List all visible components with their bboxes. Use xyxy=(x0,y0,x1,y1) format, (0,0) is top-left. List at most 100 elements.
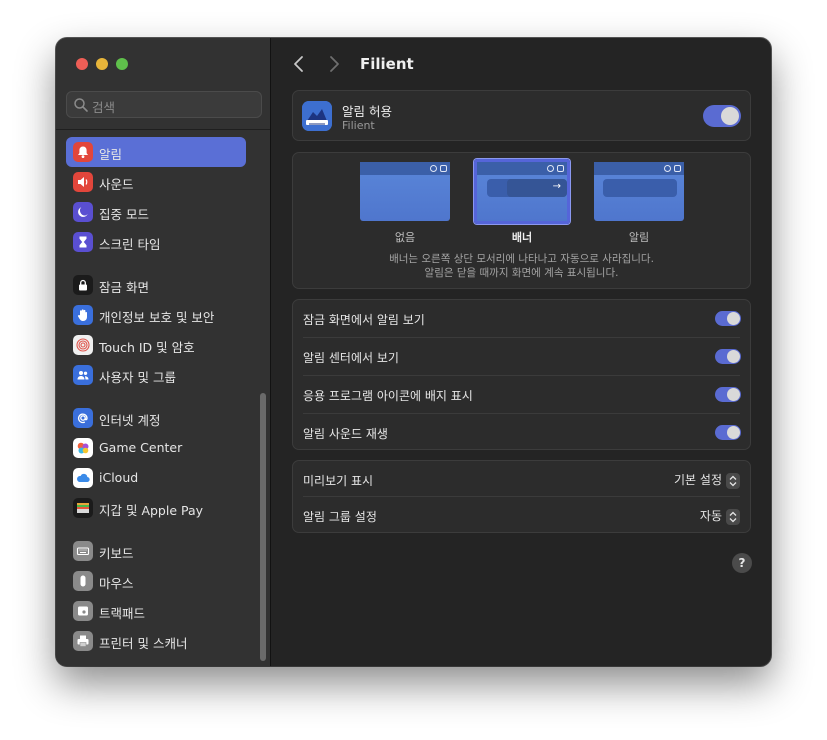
show-previews-label: 미리보기 표시 xyxy=(303,474,374,488)
style-description-line2: 알림은 닫을 때까지 화면에 계속 표시됩니다. xyxy=(424,267,619,279)
sidebar-item-screen-time[interactable]: 스크린 타임 xyxy=(66,227,246,257)
minimize-window-button[interactable] xyxy=(96,58,108,70)
toggle-knob xyxy=(727,426,740,439)
option-label: 알림 사운드 재생 xyxy=(303,427,388,441)
menu-bar xyxy=(360,162,450,175)
trackpad-icon xyxy=(73,601,93,621)
sidebar-item-label: 인터넷 계정 xyxy=(99,413,161,428)
search-field[interactable]: 검색 xyxy=(66,91,262,118)
wallet-icon xyxy=(73,498,93,518)
sidebar-item-label: iCloud xyxy=(99,470,139,485)
chevron-updown-icon xyxy=(726,508,740,525)
app-icon xyxy=(302,101,332,131)
sidebar-item-mouse[interactable]: 마우스 xyxy=(66,566,246,596)
menu-bar xyxy=(594,162,684,175)
play-sound-toggle[interactable] xyxy=(715,425,741,440)
keyboard-icon xyxy=(73,541,93,561)
sidebar-item-label: Game Center xyxy=(99,440,183,455)
sidebar-item-label: Touch ID 및 암호 xyxy=(99,340,195,355)
sidebar-item-label: 프린터 및 스캐너 xyxy=(99,636,188,651)
search-icon xyxy=(664,165,671,172)
alert-sample xyxy=(603,179,677,197)
speaker-icon xyxy=(73,172,93,192)
search-icon xyxy=(74,98,88,112)
sidebar-item-label: 키보드 xyxy=(99,546,134,561)
fingerprint-icon xyxy=(73,335,93,355)
sidebar-item-label: 마우스 xyxy=(99,576,134,591)
search-icon xyxy=(430,165,437,172)
sidebar-item-label: 잠금 화면 xyxy=(99,280,149,295)
sidebar-item-lock-screen[interactable]: 잠금 화면 xyxy=(66,270,246,300)
style-alert-preview[interactable] xyxy=(594,162,684,221)
cloud-icon xyxy=(73,468,93,488)
sidebar-item-notifications[interactable]: 알림 xyxy=(66,137,246,167)
sidebar-item-keyboard[interactable]: 키보드 xyxy=(66,536,246,566)
toggle-knob xyxy=(727,312,740,325)
popup-value: 기본 설정 xyxy=(674,473,722,487)
search-placeholder: 검색 xyxy=(92,100,116,115)
style-alert-label[interactable]: 알림 xyxy=(594,229,684,245)
sidebar-item-printers[interactable]: 프린터 및 스캐너 xyxy=(66,626,246,656)
notification-grouping-label: 알림 그룹 설정 xyxy=(303,510,377,524)
alert-style-card: 없음 → 배너 알림 배너는 오른쪽 상단 모서리에 나타나고 자동으로 사라집… xyxy=(292,152,751,289)
sidebar-item-label: 알림 xyxy=(99,147,123,162)
hourglass-icon xyxy=(73,232,93,252)
option-row: 응용 프로그램 아이콘에 배지 표시 xyxy=(293,376,750,414)
toggle-knob xyxy=(727,350,740,363)
sidebar-item-users[interactable]: 사용자 및 그룹 xyxy=(66,360,246,390)
lock-icon xyxy=(73,275,93,295)
zoom-window-button[interactable] xyxy=(116,58,128,70)
arrow-right-icon: → xyxy=(552,181,561,192)
at-icon xyxy=(73,408,93,428)
sidebar-item-icloud[interactable]: iCloud xyxy=(66,463,246,493)
sidebar-item-game-center[interactable]: Game Center xyxy=(66,433,246,463)
allow-notifications-card: 알림 허용 Filient xyxy=(292,90,751,141)
bell-icon xyxy=(73,142,93,162)
sidebar-item-internet-accounts[interactable]: 인터넷 계정 xyxy=(66,403,246,433)
sidebar-item-wallet[interactable]: 지갑 및 Apple Pay xyxy=(66,493,246,523)
option-row: 잠금 화면에서 알림 보기 xyxy=(293,300,750,338)
sidebar-item-touch-id[interactable]: Touch ID 및 암호 xyxy=(66,330,246,360)
style-none-preview[interactable] xyxy=(360,162,450,221)
sidebar-item-label: 스크린 타임 xyxy=(99,237,161,252)
style-banner-preview[interactable]: → xyxy=(474,159,570,224)
moon-icon xyxy=(73,202,93,222)
show-on-lock-screen-toggle[interactable] xyxy=(715,311,741,326)
style-banner-label[interactable]: 배너 xyxy=(477,229,567,245)
control-center-icon xyxy=(674,165,681,172)
preview-grouping-card: 미리보기 표시 기본 설정 알림 그룹 설정 자동 xyxy=(292,460,751,533)
sidebar-item-label: 집중 모드 xyxy=(99,207,149,222)
hand-icon xyxy=(73,305,93,325)
option-row: 알림 센터에서 보기 xyxy=(293,338,750,376)
app-name: Filient xyxy=(342,119,375,132)
main-pane: Filient 알림 허용 Filient 없음 → 배너 알림 배너는 오른쪽… xyxy=(272,38,771,666)
popup-row: 알림 그룹 설정 자동 xyxy=(293,497,750,533)
popup-row: 미리보기 표시 기본 설정 xyxy=(293,461,750,497)
page-title: Filient xyxy=(360,55,414,73)
notification-grouping-popup[interactable]: 자동 xyxy=(700,507,740,525)
game-center-icon xyxy=(73,438,93,458)
options-card: 잠금 화면에서 알림 보기 알림 센터에서 보기 응용 프로그램 아이콘에 배지… xyxy=(292,299,751,450)
back-button[interactable] xyxy=(292,55,306,73)
close-window-button[interactable] xyxy=(76,58,88,70)
toggle-knob xyxy=(727,388,740,401)
forward-button[interactable] xyxy=(327,55,341,73)
show-in-notification-center-toggle[interactable] xyxy=(715,349,741,364)
style-none-label[interactable]: 없음 xyxy=(360,229,450,245)
allow-notifications-toggle[interactable] xyxy=(703,105,741,127)
sidebar-item-privacy[interactable]: 개인정보 보호 및 보안 xyxy=(66,300,246,330)
sidebar-item-trackpad[interactable]: 트랙패드 xyxy=(66,596,246,626)
help-button[interactable]: ? xyxy=(732,553,752,573)
option-label: 응용 프로그램 아이콘에 배지 표시 xyxy=(303,389,473,403)
badge-app-icon-toggle[interactable] xyxy=(715,387,741,402)
sidebar-scrollbar[interactable] xyxy=(260,393,266,661)
style-description-line1: 배너는 오른쪽 상단 모서리에 나타나고 자동으로 사라집니다. xyxy=(389,253,654,265)
control-center-icon xyxy=(557,165,564,172)
sidebar-item-sound[interactable]: 사운드 xyxy=(66,167,246,197)
popup-value: 자동 xyxy=(699,509,722,523)
show-previews-popup[interactable]: 기본 설정 xyxy=(674,471,740,489)
users-icon xyxy=(73,365,93,385)
sidebar-item-focus[interactable]: 집중 모드 xyxy=(66,197,246,227)
option-row: 알림 사운드 재생 xyxy=(293,414,750,452)
settings-window: 검색 알림 사운드 집중 모드 스크린 타임 잠금 화면 개인정보 보호 및 보… xyxy=(56,38,771,666)
